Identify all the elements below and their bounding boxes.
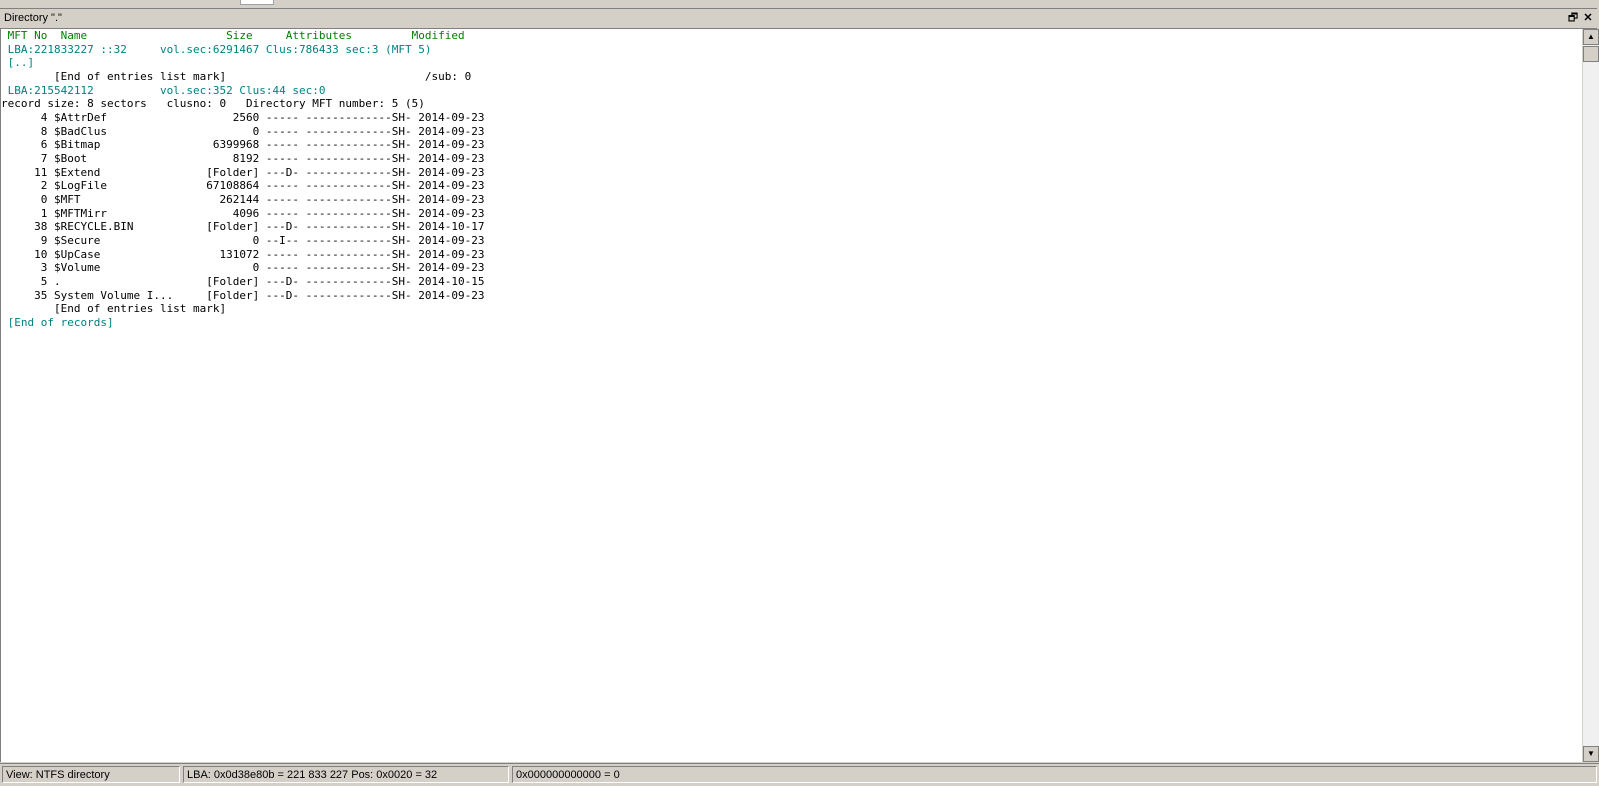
end-of-entries-mark-2: [End of entries list mark] [1,302,227,315]
window-title-bar: Directory "." 🗗 ✕ [0,8,1597,29]
table-row[interactable]: 8 $BadClus 0 ----- -------------SH- 2014… [1,125,485,139]
table-row[interactable]: 4 $AttrDef 2560 ----- -------------SH- 2… [1,111,485,125]
status-lba: LBA: 0x0d38e80b = 221 833 227 Pos: 0x002… [183,766,509,783]
table-row[interactable]: 9 $Secure 0 --I-- -------------SH- 2014-… [1,234,485,248]
table-row[interactable]: 10 $UpCase 131072 ----- -------------SH-… [1,248,484,262]
table-row[interactable]: 5 . [Folder] ---D- -------------SH- 2014… [1,275,485,289]
lba-info-line[interactable]: LBA:221833227 ::32 vol.sec:6291467 Clus:… [1,43,432,57]
top-strip [0,0,1599,6]
table-row[interactable]: 0 $MFT 262144 ----- -------------SH- 201… [1,193,485,207]
parent-directory-link[interactable]: [..] [1,56,35,70]
lba-info-line-2[interactable]: LBA:215542112 vol.sec:352 Clus:44 sec:0 [1,84,326,98]
table-row[interactable]: 6 $Bitmap 6399968 ----- -------------SH-… [1,138,485,152]
end-of-entries-mark: [End of entries list mark] /sub: 0 [1,70,472,83]
table-row[interactable]: 38 $RECYCLE.BIN [Folder] ---D- ---------… [1,220,484,234]
status-value: 0x000000000000 = 0 [512,766,1597,783]
scroll-up-icon[interactable]: ▲ [1583,29,1599,45]
status-bar: View: NTFS directory LBA: 0x0d38e80b = 2… [0,763,1599,786]
column-header: MFT No Name Size Attributes Modified [1,29,465,42]
record-info: record size: 8 sectors clusno: 0 Directo… [1,97,425,110]
directory-listing[interactable]: MFT No Name Size Attributes Modified LBA… [0,29,1582,762]
table-row[interactable]: 7 $Boot 8192 ----- -------------SH- 2014… [1,152,485,166]
hidden-tab[interactable] [240,0,274,5]
restore-icon[interactable]: 🗗 [1566,11,1580,25]
status-view: View: NTFS directory [2,766,180,783]
window-title: Directory "." [4,12,62,24]
table-row[interactable]: 3 $Volume 0 ----- -------------SH- 2014-… [1,261,485,275]
table-row[interactable]: 35 System Volume I... [Folder] ---D- ---… [1,289,484,303]
close-icon[interactable]: ✕ [1581,11,1595,25]
scroll-thumb[interactable] [1583,46,1599,62]
end-of-records: [End of records] [1,316,114,329]
table-row[interactable]: 11 $Extend [Folder] ---D- -------------S… [1,166,484,180]
table-row[interactable]: 2 $LogFile 67108864 ----- -------------S… [1,179,485,193]
scroll-down-icon[interactable]: ▼ [1583,746,1599,762]
table-row[interactable]: 1 $MFTMirr 4096 ----- -------------SH- 2… [1,207,485,221]
vertical-scrollbar[interactable]: ▲ ▼ [1582,29,1599,762]
